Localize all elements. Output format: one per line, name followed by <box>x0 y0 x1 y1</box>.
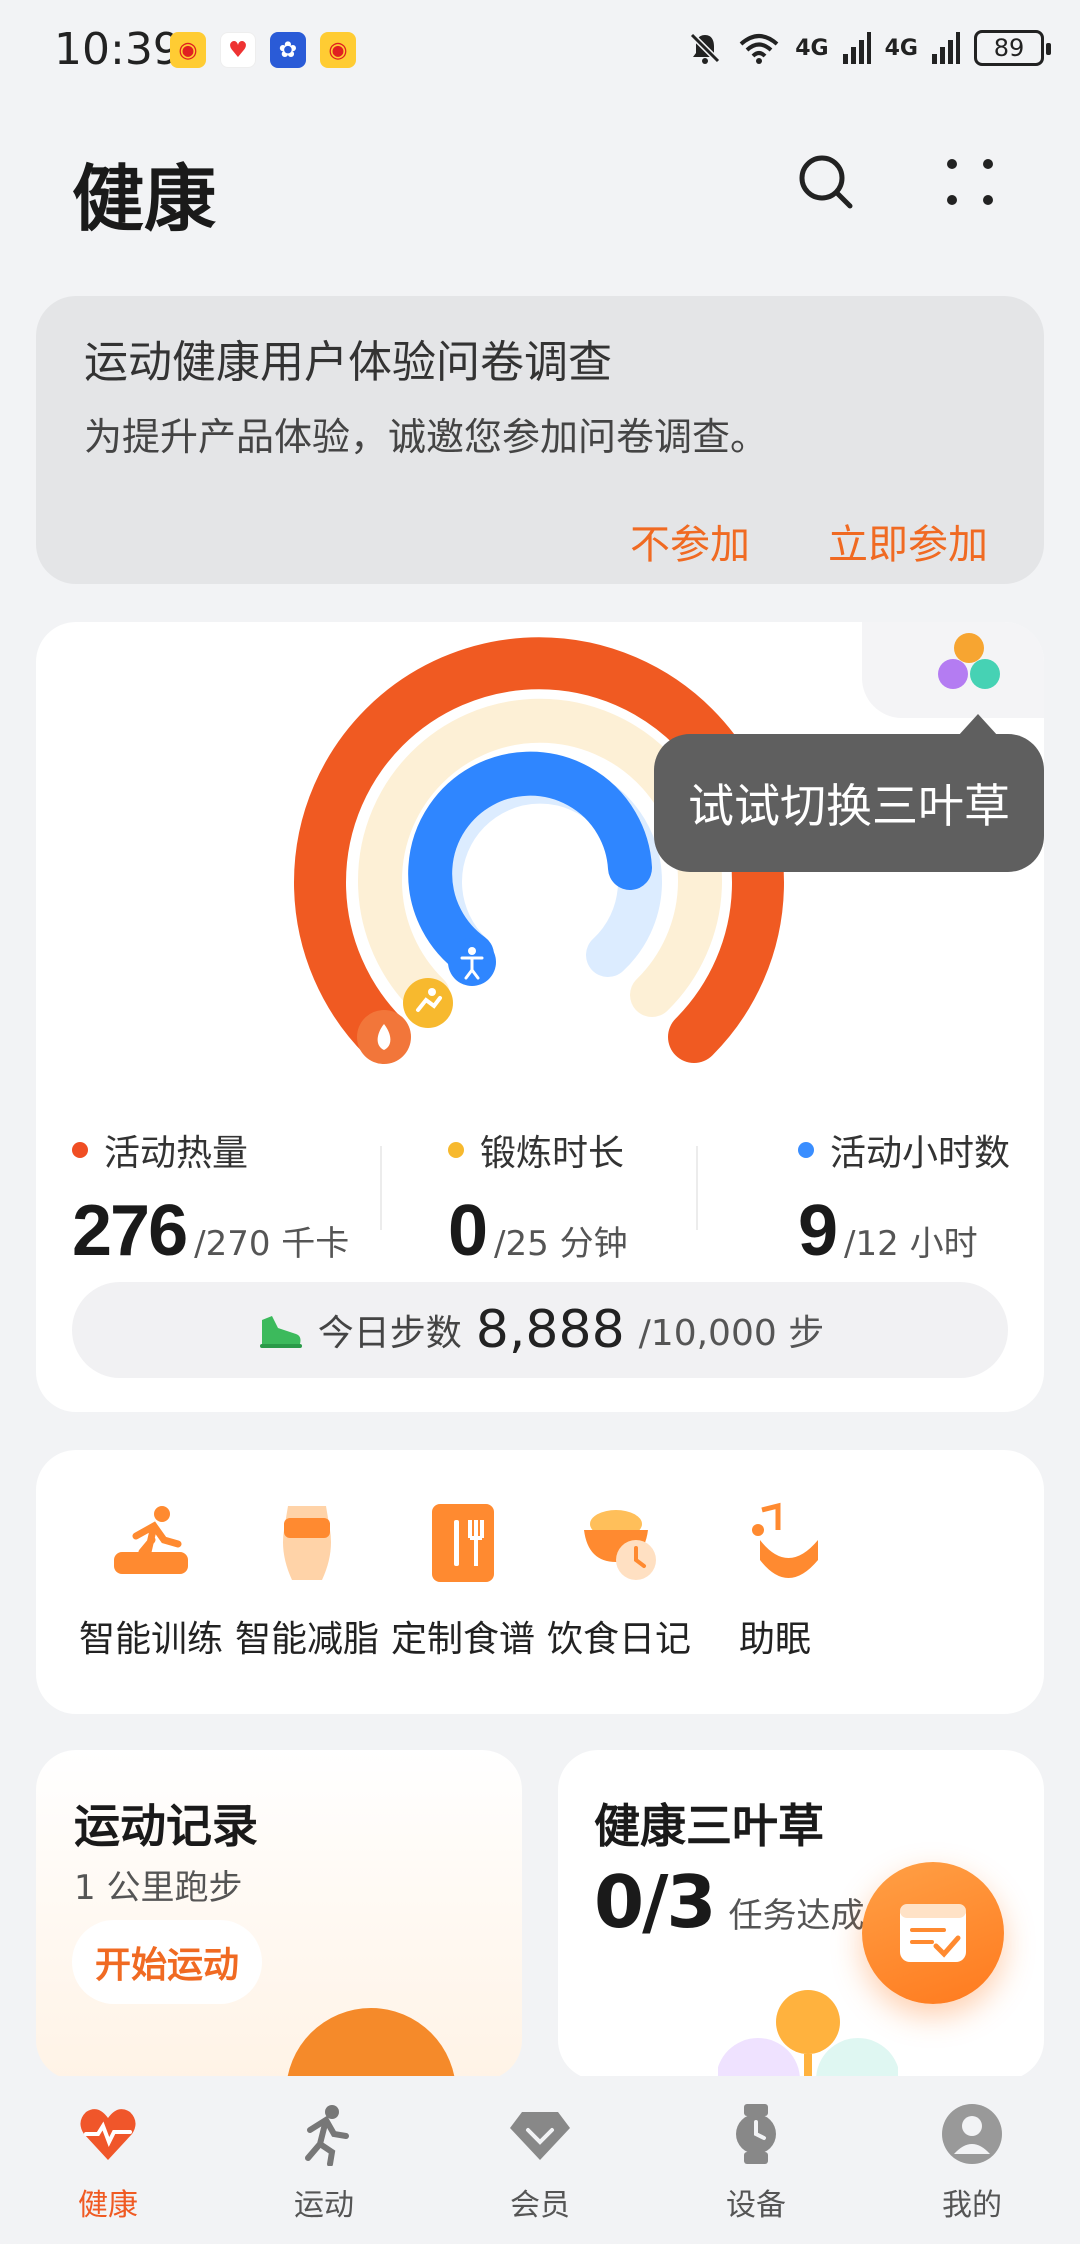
running-trainer-icon <box>114 1506 188 1574</box>
exercise-label: 锻炼时长 <box>480 1133 625 1174</box>
active-hours-stat[interactable]: 活动小时数 9/12 小时 <box>798 1124 1010 1272</box>
food-bowl-clock-icon <box>584 1510 656 1580</box>
nav-label: 会员 <box>510 2188 570 2223</box>
nav-membership[interactable]: 会员 <box>460 2102 620 2224</box>
nav-exercise[interactable]: 运动 <box>244 2102 404 2224</box>
body-fat-icon <box>283 1506 331 1580</box>
watch-icon <box>736 2104 776 2164</box>
clover-icon[interactable] <box>934 632 1004 696</box>
clover-illustration-icon <box>718 1990 898 2080</box>
avatar-icon <box>942 2104 1002 2164</box>
heart-icon <box>80 2109 136 2160</box>
active-hours-dot <box>798 1142 814 1158</box>
active-hours-label: 活动小时数 <box>830 1133 1011 1174</box>
steps-pill[interactable]: 今日步数 8,888 /10,000 步 <box>72 1282 1008 1378</box>
start-exercise-button[interactable]: 开始运动 <box>72 1920 262 2004</box>
runner-icon <box>305 2105 349 2167</box>
calories-goal: /270 千卡 <box>194 1224 350 1264</box>
steps-value: 8,888 <box>475 1300 625 1360</box>
runner-circle-icon <box>286 2008 456 2080</box>
service-label: 助眠 <box>738 1619 811 1660</box>
calories-label: 活动热量 <box>104 1133 249 1174</box>
nav-label: 运动 <box>294 2188 354 2223</box>
calories-value: 276 <box>72 1191 188 1271</box>
nav-devices[interactable]: 设备 <box>676 2102 836 2224</box>
bottom-nav: 健康 运动 会员 设备 我的 <box>0 2076 1080 2244</box>
record-fab-button[interactable] <box>862 1862 1004 2004</box>
nav-label: 设备 <box>726 2188 786 2223</box>
clover-card-title: 健康三叶草 <box>594 1799 824 1853</box>
active-hours-value: 9 <box>798 1191 838 1271</box>
exercise-stat[interactable]: 锻炼时长 0/25 分钟 <box>448 1124 628 1272</box>
steps-goal: /10,000 步 <box>638 1313 825 1354</box>
divider <box>380 1146 382 1230</box>
shoe-icon <box>259 1316 302 1348</box>
exercise-record-subtitle: 1 公里跑步 <box>74 1868 243 1908</box>
recipe-book-icon <box>432 1504 494 1582</box>
clover-progress-suffix: 任务达成 <box>728 1896 865 1936</box>
calories-dot <box>72 1142 88 1158</box>
active-hours-goal: /12 小时 <box>844 1224 978 1264</box>
activity-rings <box>294 637 784 1064</box>
calories-stat[interactable]: 活动热量 276/270 千卡 <box>72 1124 349 1272</box>
steps-label: 今日步数 <box>317 1313 462 1354</box>
diamond-icon <box>510 2112 570 2160</box>
music-sleep-icon <box>752 1502 818 1578</box>
service-sleep-aid[interactable]: 助眠 <box>680 1500 870 1662</box>
exercise-value: 0 <box>448 1191 488 1271</box>
exercise-dot <box>448 1142 464 1158</box>
exercise-record-card[interactable]: 运动记录 1 公里跑步 开始运动 <box>36 1750 522 2080</box>
exercise-goal: /25 分钟 <box>494 1224 628 1264</box>
nav-health[interactable]: 健康 <box>28 2102 188 2224</box>
nav-label: 健康 <box>78 2188 138 2223</box>
nav-profile[interactable]: 我的 <box>892 2102 1052 2224</box>
checklist-icon <box>900 1904 966 1962</box>
clover-tooltip: 试试切换三叶草 <box>654 714 1044 872</box>
nav-label: 我的 <box>942 2188 1002 2223</box>
services-card: 智能训练 智能减脂 定制食谱 饮食日记 助眠 <box>36 1450 1044 1714</box>
divider <box>696 1146 698 1230</box>
exercise-record-title: 运动记录 <box>74 1799 258 1853</box>
clover-progress-value: 0/3 <box>594 1860 716 1944</box>
